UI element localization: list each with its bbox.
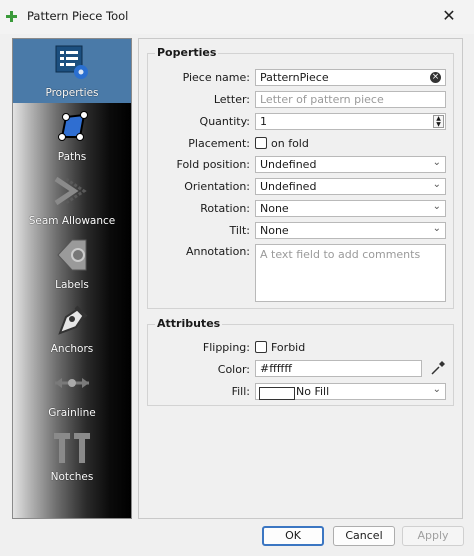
apply-button[interactable]: Apply — [402, 526, 464, 546]
close-icon[interactable]: ✕ — [437, 5, 461, 27]
app-icon — [6, 11, 17, 22]
piece-name-input[interactable]: PatternPiece × — [255, 69, 446, 86]
quantity-value: 1 — [260, 115, 267, 128]
chevron-down-icon: ⌄ — [432, 223, 441, 234]
flipping-label: Flipping: — [202, 341, 250, 354]
sidebar-item-labels[interactable]: Labels — [13, 231, 131, 295]
orientation-label: Orientation: — [184, 180, 250, 193]
rotation-label: Rotation: — [200, 202, 250, 215]
sidebar-item-grainline[interactable]: Grainline — [13, 359, 131, 423]
notches-icon — [54, 433, 90, 463]
ok-button[interactable]: OK — [262, 526, 324, 546]
properties-icon — [55, 45, 88, 79]
clear-icon[interactable]: × — [430, 72, 441, 83]
attributes-group: Attributes Flipping: Forbid Color: #ffff… — [147, 317, 454, 406]
sidebar-item-label: Anchors — [50, 343, 94, 355]
window-title: Pattern Piece Tool — [27, 9, 129, 23]
orientation-value: Undefined — [260, 180, 317, 193]
sidebar-item-label: Grainline — [48, 407, 96, 419]
properties-group: Poperties Piece name: PatternPiece × Let… — [147, 46, 454, 309]
labels-icon — [57, 239, 87, 271]
chevron-down-icon: ⌄ — [432, 157, 441, 168]
quantity-stepper[interactable]: 1 ▲ ▼ — [255, 113, 446, 130]
flipping-checkbox[interactable] — [255, 341, 267, 353]
tilt-label: Tilt: — [229, 224, 250, 237]
annotation-label: Annotation: — [185, 245, 250, 258]
tilt-select[interactable]: None ⌄ — [255, 222, 446, 239]
chevron-down-icon: ⌄ — [432, 384, 441, 395]
fold-position-select[interactable]: Undefined ⌄ — [255, 156, 446, 173]
sidebar-item-label: Paths — [57, 151, 87, 163]
sidebar-item-label: Seam Allowance — [28, 215, 116, 227]
sidebar-item-paths[interactable]: Paths — [13, 103, 131, 167]
fold-position-label: Fold position: — [176, 158, 250, 171]
sidebar-item-notches[interactable]: Notches — [13, 423, 131, 487]
attributes-title: Attributes — [155, 317, 223, 330]
rotation-value: None — [260, 202, 289, 215]
letter-label: Letter: — [213, 93, 250, 106]
color-label: Color: — [217, 363, 250, 376]
piece-name-label: Piece name: — [182, 71, 250, 84]
sidebar-item-properties[interactable]: Properties — [13, 39, 131, 103]
placement-checkbox-label: on fold — [271, 137, 309, 150]
annotation-placeholder: A text field to add comments — [260, 248, 421, 261]
color-input[interactable]: #ffffff — [255, 360, 422, 377]
fill-select[interactable]: No Fill ⌄ — [255, 383, 446, 400]
spin-arrows-icon[interactable]: ▲ ▼ — [433, 115, 444, 128]
paths-icon — [58, 111, 88, 141]
rotation-select[interactable]: None ⌄ — [255, 200, 446, 217]
grainline-icon — [55, 378, 89, 388]
sidebar-item-label: Properties — [45, 87, 99, 99]
chevron-down-icon: ⌄ — [432, 201, 441, 212]
quantity-label: Quantity: — [199, 115, 250, 128]
letter-input[interactable]: Letter of pattern piece — [255, 91, 446, 108]
piece-name-value: PatternPiece — [260, 71, 329, 84]
sidebar-item-seam-allowance[interactable]: Seam Allowance — [13, 167, 131, 231]
placement-checkbox[interactable] — [255, 137, 267, 149]
annotation-textarea[interactable]: A text field to add comments — [255, 244, 446, 302]
cancel-button[interactable]: Cancel — [333, 526, 395, 546]
letter-placeholder: Letter of pattern piece — [260, 93, 384, 106]
fill-swatch — [259, 387, 295, 400]
fold-position-value: Undefined — [260, 158, 317, 171]
placement-label: Placement: — [188, 137, 250, 150]
orientation-select[interactable]: Undefined ⌄ — [255, 178, 446, 195]
seam-allowance-icon — [54, 176, 87, 206]
fill-label: Fill: — [231, 385, 250, 398]
sidebar-item-label: Notches — [50, 471, 94, 483]
color-value: #ffffff — [260, 362, 292, 375]
flipping-checkbox-label: Forbid — [271, 341, 306, 354]
properties-title: Poperties — [155, 46, 219, 59]
sidebar-item-anchors[interactable]: Anchors — [13, 295, 131, 359]
sidebar: Properties Paths Seam Allowance Labels A… — [12, 38, 132, 519]
title-bar: Pattern Piece Tool ✕ — [0, 0, 474, 34]
chevron-down-icon: ⌄ — [432, 179, 441, 190]
fill-value: No Fill — [296, 385, 330, 398]
sidebar-item-label: Labels — [55, 279, 89, 291]
anchors-icon — [58, 305, 88, 335]
main-panel: Poperties Piece name: PatternPiece × Let… — [138, 38, 463, 519]
eyedropper-icon[interactable] — [430, 360, 446, 376]
tilt-value: None — [260, 224, 289, 237]
